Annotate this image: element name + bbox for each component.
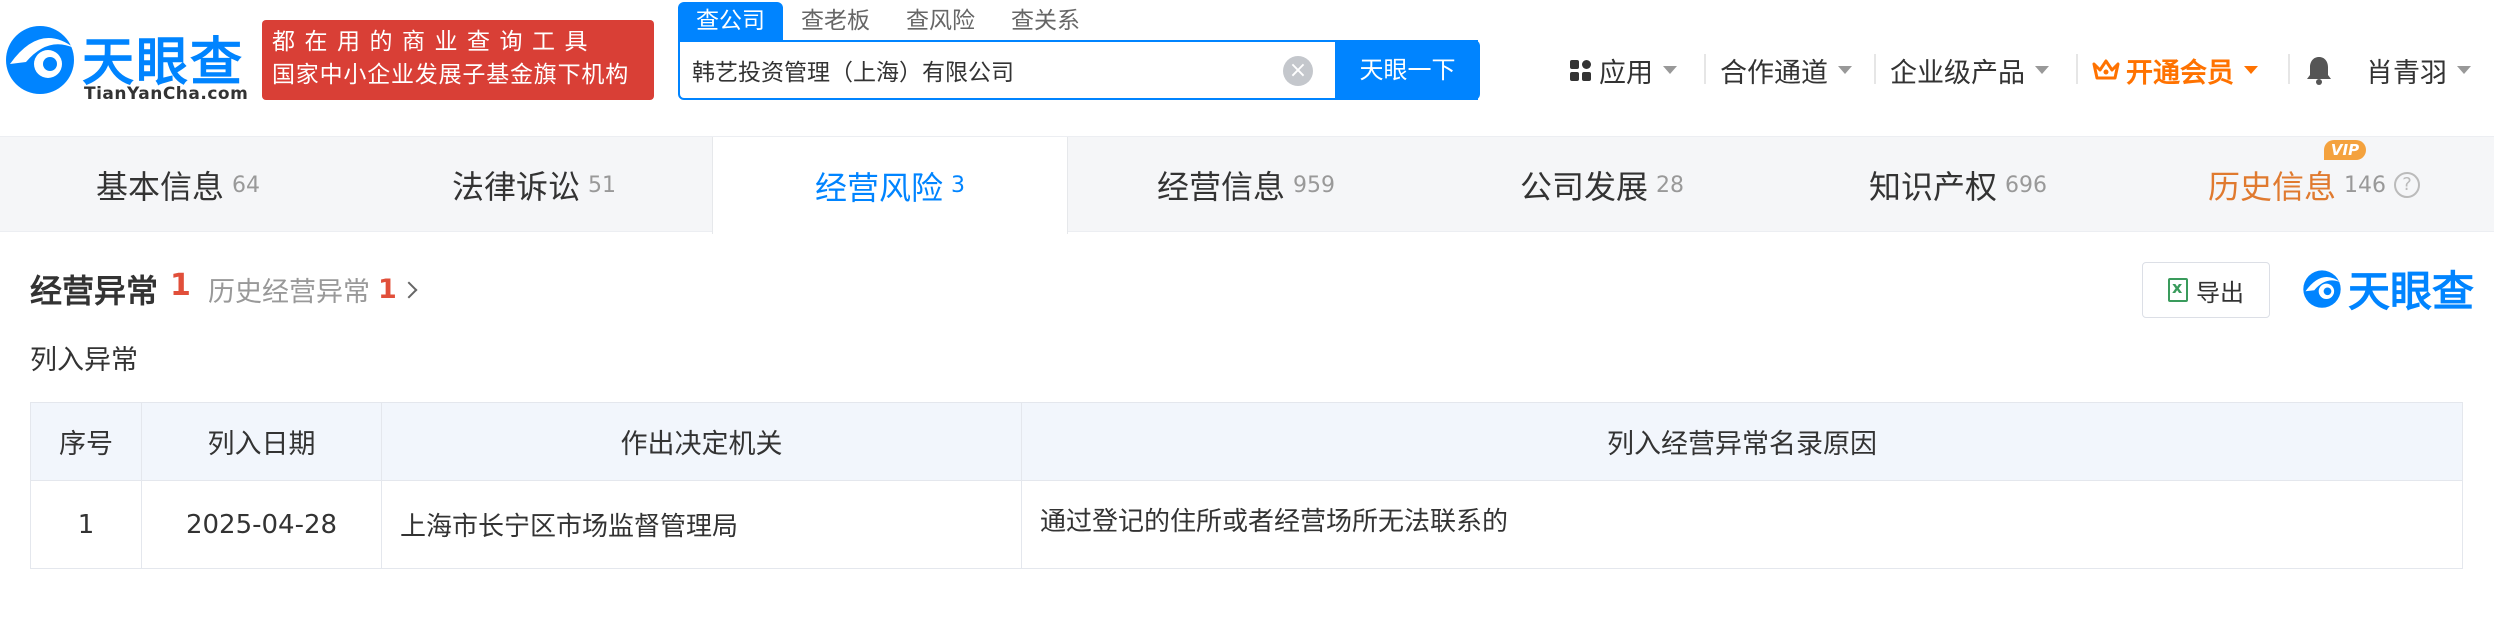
- search-button[interactable]: 天眼一下: [1335, 40, 1480, 100]
- search-input[interactable]: [692, 42, 1292, 98]
- tab-label: 经营风险: [814, 168, 943, 207]
- history-abnormal-count: 1: [378, 274, 397, 305]
- search-tab-risk[interactable]: 查风险: [888, 2, 993, 40]
- tab-label: 知识产权: [1868, 168, 1997, 206]
- tab-legal[interactable]: 法律诉讼 51: [356, 137, 712, 233]
- logo-eye-icon: [2303, 270, 2341, 308]
- watermark-logo: 天眼查: [2300, 262, 2474, 316]
- tab-label: 历史信息: [2207, 168, 2336, 206]
- chevron-down-icon: [1663, 66, 1677, 74]
- apps-grid-icon: [1570, 59, 1591, 81]
- chevron-down-icon: [2244, 66, 2258, 74]
- col-date: 列入日期: [141, 402, 382, 481]
- nav-apps[interactable]: 应用: [1570, 48, 1677, 92]
- watermark-text: 天眼查: [2348, 266, 2475, 316]
- nav-apps-label: 应用: [1599, 57, 1653, 89]
- crown-icon: [2092, 59, 2120, 80]
- search-tab-relation[interactable]: 查关系: [993, 2, 1098, 40]
- search-box: × 天眼一下: [678, 40, 1480, 100]
- nav-divider: [2288, 54, 2290, 84]
- tab-count: 959: [1293, 172, 1335, 198]
- col-reason: 列入经营异常名录原因: [1021, 402, 2463, 481]
- nav-divider: [2076, 54, 2078, 84]
- notification-bell[interactable]: [2304, 48, 2334, 92]
- tab-label: 公司发展: [1519, 168, 1648, 206]
- search-tab-company[interactable]: 查公司: [678, 2, 783, 40]
- tab-count: 51: [588, 172, 616, 198]
- tab-history[interactable]: 历史信息 146 ?: [2136, 137, 2492, 233]
- nav-channel-label: 合作通道: [1720, 57, 1828, 89]
- history-abnormal-link[interactable]: 历史经营异常 1: [208, 270, 418, 309]
- tab-business-info[interactable]: 经营信息 959: [1068, 137, 1424, 233]
- cell-date: 2025-04-28: [141, 480, 382, 569]
- section-title: 经营异常: [30, 272, 159, 310]
- history-abnormal-label: 历史经营异常: [208, 277, 370, 308]
- tab-count: 28: [1656, 172, 1684, 198]
- tab-count: 146: [2344, 172, 2386, 198]
- bell-icon: [2307, 57, 2331, 85]
- slogan-line-1: 都在用的商业查询工具: [272, 29, 597, 55]
- tab-label: 法律诉讼: [451, 168, 580, 206]
- export-label: 导出: [2196, 278, 2244, 307]
- export-button[interactable]: 导出: [2142, 262, 2270, 318]
- col-index: 序号: [30, 402, 142, 481]
- table-row: 1 2025-04-28 上海市长宁区市场监督管理局 通过登记的住所或者经营场所…: [30, 480, 2463, 569]
- vip-badge: VIP: [2324, 140, 2366, 160]
- tab-development[interactable]: 公司发展 28: [1424, 137, 1780, 233]
- help-icon[interactable]: ?: [2394, 172, 2420, 198]
- abnormal-table: 序号 列入日期 作出决定机关 列入经营异常名录原因 1 2025-04-28 上…: [30, 402, 2463, 569]
- tab-label: 经营信息: [1156, 168, 1285, 206]
- chevron-down-icon: [1838, 66, 1852, 74]
- excel-icon: [2168, 278, 2188, 302]
- tianyancha-logo[interactable]: 天眼查 TianYanCha.com: [0, 18, 250, 108]
- chevron-down-icon: [2457, 66, 2471, 74]
- tab-ip[interactable]: 知识产权 696: [1780, 137, 2136, 233]
- tab-label: 基本信息: [95, 168, 224, 206]
- top-header: 天眼查 TianYanCha.com 都在用的商业查询工具 国家中小企业发展子基…: [0, 0, 2494, 136]
- table-header-row: 序号 列入日期 作出决定机关 列入经营异常名录原因: [30, 402, 2463, 481]
- chevron-right-icon: [400, 281, 418, 298]
- tab-basic-info[interactable]: 基本信息 64: [0, 137, 356, 233]
- logo-eye-icon: [6, 26, 74, 94]
- slogan-line-2: 国家中小企业发展子基金旗下机构: [272, 62, 629, 88]
- slogan-banner: 都在用的商业查询工具 国家中小企业发展子基金旗下机构: [262, 20, 654, 100]
- user-name: 肖青羽: [2366, 57, 2447, 89]
- nav-divider: [1704, 54, 1706, 84]
- nav-enterprise-label: 企业级产品: [1890, 57, 2025, 89]
- nav-vip-label: 开通会员: [2126, 57, 2234, 89]
- search-tab-boss[interactable]: 查老板: [783, 2, 888, 40]
- cell-authority: 上海市长宁区市场监督管理局: [381, 480, 1022, 569]
- clear-icon[interactable]: ×: [1283, 56, 1313, 86]
- cell-index: 1: [30, 480, 142, 569]
- nav-user[interactable]: 肖青羽: [2366, 48, 2471, 92]
- nav-channel[interactable]: 合作通道: [1720, 48, 1852, 92]
- nav-vip[interactable]: 开通会员: [2092, 48, 2258, 92]
- nav-enterprise[interactable]: 企业级产品: [1890, 48, 2049, 92]
- tab-business-risk[interactable]: 经营风险 3: [712, 137, 1068, 234]
- tab-count: 3: [951, 173, 965, 198]
- subsection-title: 列入异常: [30, 345, 138, 376]
- cell-reason: 通过登记的住所或者经营场所无法联系的: [1021, 480, 2463, 569]
- chevron-down-icon: [2035, 66, 2049, 74]
- nav-divider: [1874, 54, 1876, 84]
- tab-count: 64: [232, 172, 260, 198]
- col-authority: 作出决定机关: [381, 402, 1022, 481]
- search-type-tabs: 查公司 查老板 查风险 查关系: [678, 2, 1098, 40]
- logo-domain: TianYanCha.com: [84, 84, 249, 104]
- main-tab-bar: 基本信息 64 法律诉讼 51 经营风险 3 经营信息 959 公司发展 28 …: [0, 136, 2494, 234]
- tab-count: 696: [2005, 172, 2047, 198]
- section-count: 1: [170, 268, 191, 303]
